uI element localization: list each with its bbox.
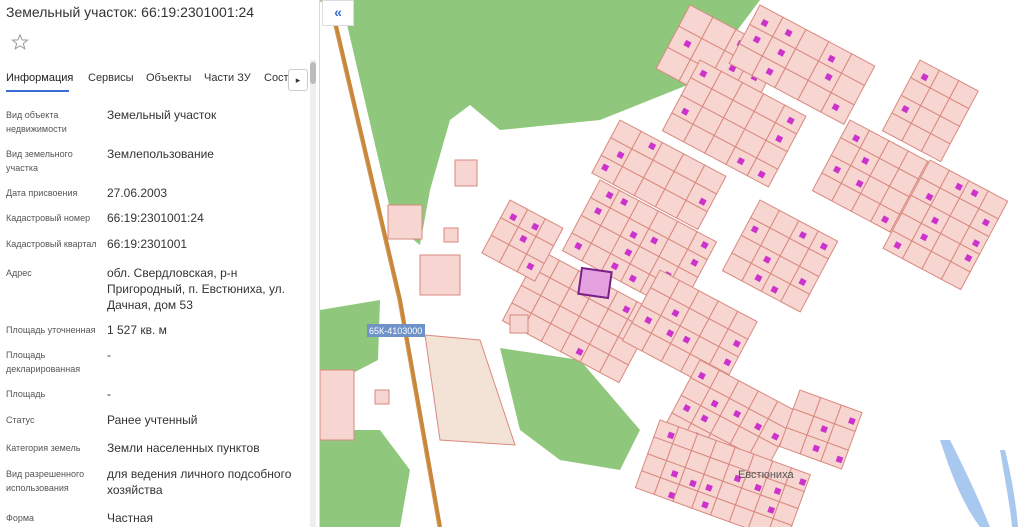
scrollbar-thumb[interactable] bbox=[310, 62, 316, 84]
road-label: 65К-4103000 bbox=[369, 326, 422, 336]
row-value: 27.06.2003 bbox=[107, 186, 168, 200]
tab-objects[interactable]: Объекты bbox=[146, 72, 191, 84]
row-value: Частная bbox=[107, 511, 153, 525]
active-tab-indicator bbox=[6, 90, 69, 92]
parcel bbox=[419, 254, 461, 296]
row-value: 1 527 кв. м bbox=[107, 323, 167, 337]
row-value: Ранее учтенный bbox=[107, 413, 198, 427]
parcel bbox=[509, 314, 529, 334]
parcel bbox=[374, 389, 390, 405]
row-label: Площадь декларированная bbox=[6, 350, 81, 374]
row-label: Вид объекта недвижимости bbox=[6, 110, 67, 134]
row-label: Площадь уточненная bbox=[6, 325, 96, 335]
row-label: Статус bbox=[6, 415, 35, 425]
row-label: Вид разрешенного использования bbox=[6, 469, 85, 493]
row-label: Форма собственности bbox=[6, 513, 35, 523]
star-icon[interactable] bbox=[11, 33, 29, 51]
panel-title: Земельный участок: 66:19:2301001:24 bbox=[6, 4, 255, 20]
row-value: - bbox=[107, 387, 111, 401]
row-value: - bbox=[107, 348, 111, 362]
row-value: Земельный участок bbox=[107, 108, 217, 122]
tab-bar: Информация Сервисы Объекты Части ЗУ Сост… bbox=[0, 66, 310, 92]
info-panel: Земельный участок: 66:19:2301001:24 Инфо… bbox=[0, 0, 320, 527]
scrollbar-track[interactable] bbox=[310, 60, 316, 527]
row-value: 66:19:2301001 bbox=[107, 237, 188, 251]
row-label: Категория земель bbox=[6, 443, 81, 453]
parcel bbox=[320, 369, 355, 441]
place-label: Евстюниха bbox=[738, 469, 794, 481]
collapse-panel-button[interactable]: « bbox=[322, 0, 354, 26]
parcel bbox=[443, 227, 459, 243]
row-value: Землепользование bbox=[107, 147, 214, 161]
row-label: Дата присвоения bbox=[6, 188, 78, 198]
row-label: Адрес bbox=[6, 268, 32, 278]
row-value: 66:19:2301001:24 bbox=[107, 211, 204, 225]
row-label: Кадастровый квартал bbox=[6, 239, 97, 249]
tabs-next-button[interactable]: ▸ bbox=[288, 69, 308, 91]
tab-info[interactable]: Информация bbox=[6, 72, 73, 84]
tab-services[interactable]: Сервисы bbox=[88, 72, 134, 84]
row-value: обл. Свердловская, р-н Пригородный, п. Е… bbox=[107, 266, 286, 312]
row-label: Кадастровый номер bbox=[6, 213, 91, 223]
row-value: Земли населенных пунктов bbox=[107, 441, 260, 455]
row-label: Вид земельного участка bbox=[6, 149, 73, 173]
cadastral-map[interactable]: 65К-4103000 Евстюниха bbox=[320, 0, 1024, 527]
tab-parts[interactable]: Части ЗУ bbox=[204, 72, 251, 84]
parcel bbox=[454, 159, 478, 187]
parcel bbox=[387, 204, 423, 240]
row-label: Площадь bbox=[6, 389, 46, 399]
selected-parcel[interactable] bbox=[577, 266, 613, 300]
row-value: для ведения личного подсобного хозяйства bbox=[107, 467, 292, 497]
